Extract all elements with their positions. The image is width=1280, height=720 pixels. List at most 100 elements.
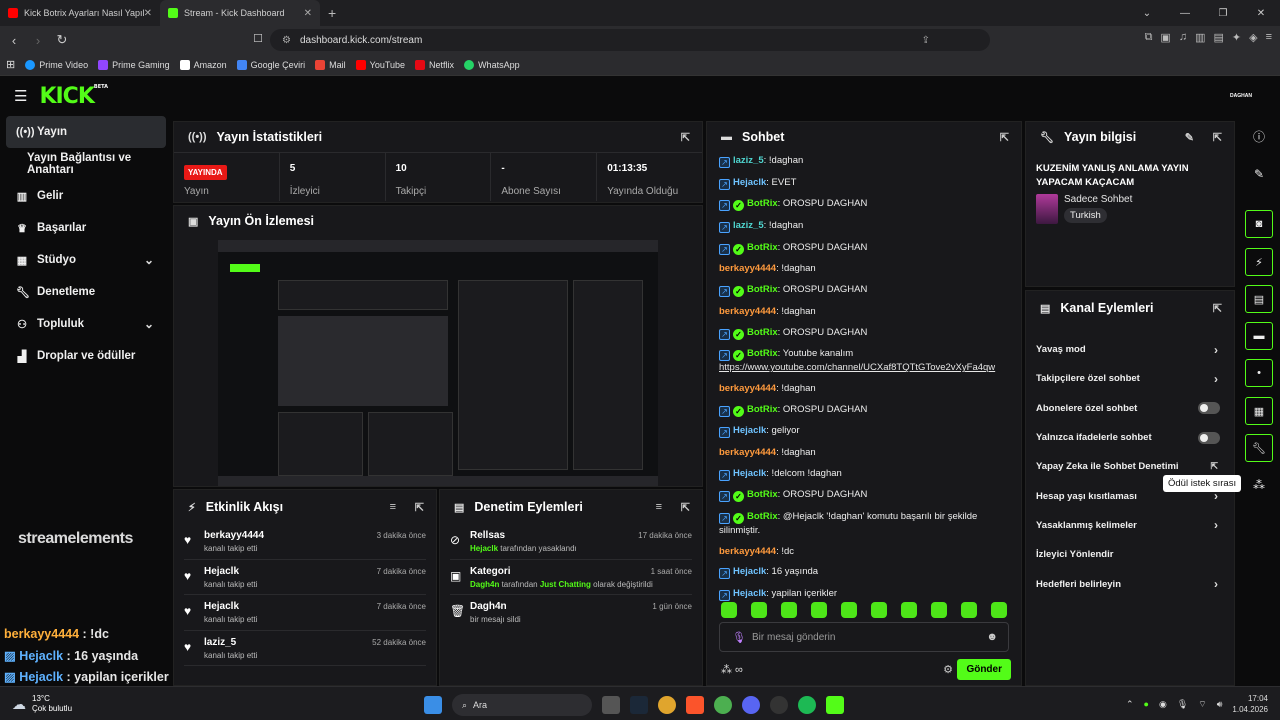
emote-icon[interactable]	[961, 602, 977, 618]
sidebar-item-moderation[interactable]: 🔧︎ Denetleme	[0, 276, 172, 308]
bookmark-google-translate[interactable]: Google Çeviri	[236, 59, 305, 70]
emote-icon[interactable]	[871, 602, 887, 618]
github-icon[interactable]	[770, 696, 788, 714]
close-window-button[interactable]: ✕	[1242, 0, 1280, 26]
sidebar-item-drops[interactable]: ▟ Droplar ve ödüller	[0, 340, 172, 372]
wifi-icon[interactable]: ⌔	[1198, 699, 1206, 710]
chrome-icon[interactable]	[658, 696, 676, 714]
reward-queue-icon[interactable]: ⁂	[1245, 471, 1273, 499]
emote-icon[interactable]	[721, 602, 737, 618]
maximize-button[interactable]: ❐	[1204, 0, 1242, 26]
edit-icon[interactable]: ✎	[1185, 131, 1194, 144]
chrome-profile-icon[interactable]	[714, 696, 732, 714]
emote-icon[interactable]	[901, 602, 917, 618]
spotify-icon[interactable]	[798, 696, 816, 714]
bookmark-amazon[interactable]: Amazon	[179, 59, 227, 70]
chat-username[interactable]: berkayy4444	[719, 383, 776, 394]
emote-icon[interactable]	[751, 602, 767, 618]
chat-username[interactable]: laziz_5	[733, 220, 764, 231]
microphone-icon[interactable]: 🎙︎	[732, 631, 746, 644]
emote-icon[interactable]	[991, 602, 1007, 618]
chat-username[interactable]: berkayy4444	[719, 546, 776, 557]
clock[interactable]: 17:04 1.04.2026	[1232, 693, 1268, 715]
taskbar-search[interactable]: ⌕ Ara	[452, 694, 592, 716]
document-icon[interactable]: ▤	[1245, 285, 1273, 313]
user-menu[interactable]: DAGHAN	[1230, 93, 1252, 99]
gear-icon[interactable]: ⚙	[943, 663, 953, 676]
network-icon[interactable]: ◉	[1159, 699, 1167, 710]
popout-icon[interactable]: ⇱	[415, 501, 424, 514]
popout-icon[interactable]: ⇱	[681, 131, 690, 144]
popout-icon[interactable]: ⇱	[1213, 131, 1222, 144]
brave-icon[interactable]	[686, 696, 704, 714]
share-icon[interactable]: ⇪	[922, 35, 930, 46]
emote-icon[interactable]	[931, 602, 947, 618]
browser-tab-0[interactable]: Kick Botrix Ayarları Nasıl Yapılır? Taki…	[0, 0, 160, 26]
broadcast-icon[interactable]: •	[1245, 359, 1273, 387]
bookmark-whatsapp[interactable]: WhatsApp	[464, 59, 520, 70]
camera-icon[interactable]: ◙	[1245, 210, 1273, 238]
menu-icon[interactable]: ≡	[1266, 31, 1272, 44]
chat-username[interactable]: Hejaclk	[733, 177, 766, 188]
kick-logo[interactable]: KICKBETA	[39, 84, 108, 109]
music-icon[interactable]: ♫	[1179, 31, 1187, 44]
site-info-icon[interactable]: ⚙	[282, 35, 291, 46]
action-banned-words[interactable]: Yasaklanmış kelimeler ›	[1026, 511, 1234, 540]
url-field[interactable]: ⚙ dashboard.kick.com/stream ⇪	[270, 29, 990, 51]
points-icon[interactable]: ⁂ ∞	[721, 663, 743, 676]
volume-icon[interactable]: 🔊︎	[1217, 699, 1223, 710]
subscribers-only-toggle[interactable]	[1198, 402, 1220, 415]
action-raid[interactable]: İzleyici Yönlendir	[1026, 540, 1234, 569]
chat-username[interactable]: BotRix	[747, 348, 778, 359]
chat-input[interactable]: 🎙︎ Bir mesaj gönderin ☻	[719, 622, 1009, 652]
actions-icon[interactable]: ▦	[1245, 397, 1273, 425]
filter-icon[interactable]: ≡	[390, 501, 396, 513]
popout-icon[interactable]: ⇱	[1213, 302, 1222, 315]
chat-icon[interactable]: ▬	[1245, 322, 1273, 350]
edit-icon[interactable]: ✎	[1245, 160, 1273, 188]
reload-icon[interactable]: ↻	[52, 32, 72, 48]
back-icon[interactable]: ‹	[4, 33, 24, 48]
steam-icon[interactable]	[630, 696, 648, 714]
emote-icon[interactable]	[841, 602, 857, 618]
chat-username[interactable]: BotRix	[747, 198, 778, 209]
sidebar-item-revenue[interactable]: ▥ Gelir	[0, 180, 172, 212]
action-goals[interactable]: Hedefleri belirleyin ›	[1026, 569, 1234, 598]
bookmark-icon[interactable]: ☐	[248, 32, 268, 45]
vpn-icon[interactable]: ◈	[1249, 31, 1257, 44]
apps-icon[interactable]: ⊞	[6, 58, 15, 71]
sidebar-icon[interactable]: ▥	[1195, 31, 1205, 44]
action-slow-mode[interactable]: Yavaş mod ›	[1026, 335, 1234, 364]
send-button[interactable]: Gönder	[957, 658, 1011, 680]
extensions-icon[interactable]: ⧉	[1145, 31, 1153, 44]
bookmark-netflix[interactable]: Netflix	[415, 59, 454, 70]
chat-username[interactable]: Hejaclk	[733, 425, 766, 436]
chat-username[interactable]: berkayy4444	[719, 447, 776, 458]
chat-username[interactable]: berkayy4444	[719, 306, 776, 317]
sidebar-item-studio[interactable]: ▦ Stüdyo ⌄	[0, 244, 172, 276]
hamburger-menu-icon[interactable]: ☰	[14, 87, 27, 105]
discord-icon[interactable]	[742, 696, 760, 714]
chat-username[interactable]: BotRix	[747, 489, 778, 500]
chat-username[interactable]: BotRix	[747, 284, 778, 295]
kick-app-icon[interactable]	[826, 696, 844, 714]
screenshot-icon[interactable]: ▣	[1160, 31, 1170, 44]
chat-username[interactable]: BotRix	[747, 327, 778, 338]
task-view-icon[interactable]	[602, 696, 620, 714]
emotes-only-toggle[interactable]	[1198, 431, 1220, 444]
chat-username[interactable]: Hejaclk	[733, 588, 766, 599]
sidebar-item-community[interactable]: ⚇ Topluluk ⌄	[0, 308, 172, 340]
popout-icon[interactable]: ⇱	[681, 501, 690, 514]
ai-icon[interactable]: ✦	[1232, 31, 1241, 44]
minimize-button[interactable]: —	[1166, 0, 1204, 26]
chat-username[interactable]: Hejaclk	[733, 566, 766, 577]
weather-widget[interactable]: ☁ 13°C Çok bulutlu	[12, 694, 72, 714]
tray-chevron-icon[interactable]: ⌃	[1126, 699, 1134, 710]
wallet-icon[interactable]: ▤	[1213, 31, 1223, 44]
emote-icon[interactable]	[781, 602, 797, 618]
mic-icon[interactable]: 🎙︎	[1177, 699, 1188, 710]
stream-preview-video[interactable]	[218, 240, 658, 486]
close-tab-icon[interactable]: ✕	[144, 8, 152, 19]
tab-search-icon[interactable]: ⌄	[1128, 0, 1166, 26]
bookmark-youtube[interactable]: YouTube	[355, 59, 405, 70]
